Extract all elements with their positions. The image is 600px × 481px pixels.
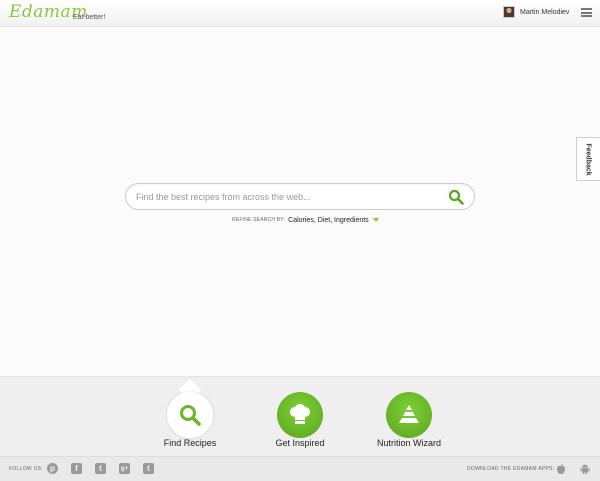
- search-icon: [180, 405, 201, 426]
- avatar[interactable]: [503, 6, 515, 18]
- tumblr-icon[interactable]: t: [143, 463, 154, 474]
- find-recipes-button[interactable]: Find Recipes: [145, 377, 235, 457]
- google-plus-icon[interactable]: g+: [119, 463, 130, 474]
- apple-icon[interactable]: [555, 463, 567, 475]
- pinterest-icon[interactable]: p: [47, 463, 58, 474]
- hamburger-menu-icon[interactable]: [581, 8, 592, 17]
- feedback-label: Feedback: [585, 142, 593, 176]
- nutrition-wizard-label: Nutrition Wizard: [376, 438, 441, 448]
- features-band: Find Recipes Get Inspired Nutrition Wiza…: [0, 376, 600, 456]
- refine-search: REFINE SEARCH BY: Calories, Diet, Ingred…: [232, 215, 379, 225]
- refine-options-dropdown[interactable]: Calories, Diet, Ingredients: [288, 217, 369, 224]
- get-inspired-circle: [277, 392, 323, 438]
- find-recipes-circle: [167, 392, 213, 438]
- android-icon[interactable]: [579, 463, 591, 475]
- search-input[interactable]: [136, 188, 436, 206]
- download-apps-label: DOWNLOAD THE EDAMAM APPS:: [467, 466, 555, 472]
- pyramid-icon: [399, 405, 419, 423]
- footer: FOLLOW US: p f t g+ t DOWNLOAD THE EDAMA…: [0, 456, 600, 481]
- find-recipes-label: Find Recipes: [163, 438, 217, 448]
- chevron-down-icon[interactable]: [372, 218, 379, 222]
- facebook-icon[interactable]: f: [71, 463, 82, 474]
- get-inspired-button[interactable]: Get Inspired: [255, 377, 345, 457]
- user-name-link[interactable]: Martin Melodiev: [520, 9, 569, 16]
- get-inspired-label: Get Inspired: [275, 438, 325, 448]
- twitter-icon[interactable]: t: [95, 463, 106, 474]
- chef-hat-icon: [290, 404, 310, 424]
- feedback-tab[interactable]: Feedback: [576, 137, 600, 181]
- tagline: Eat better!: [73, 14, 106, 21]
- nutrition-wizard-circle: [386, 392, 432, 438]
- search-bar: [125, 183, 475, 210]
- follow-us-label: FOLLOW US:: [9, 466, 43, 472]
- nutrition-wizard-button[interactable]: Nutrition Wizard: [364, 377, 454, 457]
- search-icon[interactable]: [448, 189, 464, 205]
- top-header: Edamam Eat better! Martin Melodiev: [0, 0, 600, 27]
- refine-label: REFINE SEARCH BY:: [232, 217, 286, 223]
